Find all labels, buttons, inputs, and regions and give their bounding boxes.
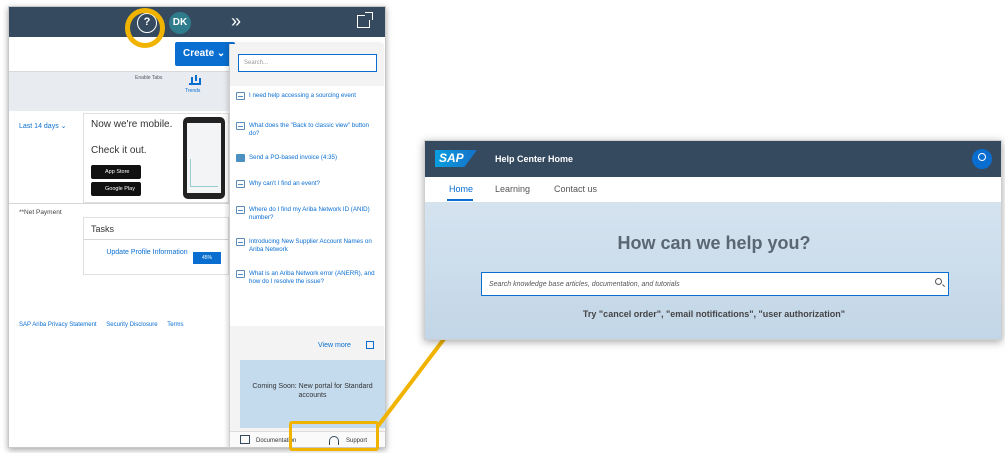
tab-learning[interactable]: Learning (495, 184, 530, 194)
active-tab-indicator (447, 199, 473, 201)
help-center-title[interactable]: Help Center Home (495, 154, 573, 164)
tab-contact-us[interactable]: Contact us (554, 184, 597, 194)
knowledge-search-input[interactable]: Search knowledge base articles, document… (481, 272, 949, 296)
help-center-window: SAP Help Center Home Home Learning Conta… (424, 140, 1002, 340)
tab-home[interactable]: Home (449, 184, 473, 194)
user-icon[interactable] (972, 149, 992, 169)
hero-headline: How can we help you? (617, 233, 811, 253)
search-suggestions: Try "cancel order", "email notifications… (582, 309, 846, 319)
hero-section (425, 202, 1001, 339)
composite-stage: ? DK » Create ⌄ Enable Tabs Trends Last … (0, 0, 1005, 453)
search-icon[interactable] (935, 278, 942, 285)
